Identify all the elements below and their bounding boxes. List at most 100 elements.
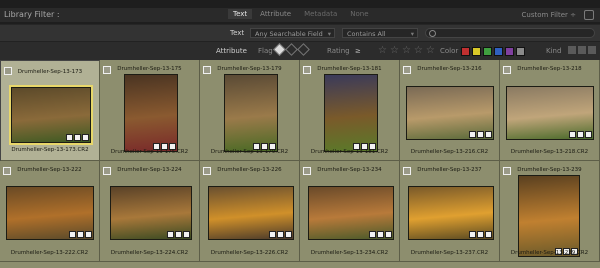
thumb-filename: Drumheller-Sep-13-222.CR2 — [10, 250, 89, 256]
photo-thumbnail[interactable] — [208, 186, 294, 240]
thumb-filename: Drumheller-Sep-13-181.CR2 — [310, 149, 389, 155]
photo-thumbnail[interactable] — [124, 74, 178, 152]
kind-master-icon[interactable] — [568, 46, 576, 54]
color-swatch-blue[interactable] — [494, 47, 503, 56]
tab-text[interactable]: Text — [228, 9, 253, 19]
thumbnail-badges — [368, 231, 392, 238]
kind-virtual-icon[interactable] — [578, 46, 586, 54]
crop-badge-icon[interactable] — [77, 231, 84, 238]
photo-thumbnail[interactable] — [324, 74, 378, 152]
library-filter-title: Library Filter : — [4, 10, 60, 19]
thumbnail-badges — [468, 231, 492, 238]
grid-cell[interactable]: Drumheller-Sep-13-237 Drumheller-Sep-13-2… — [400, 161, 500, 262]
custom-filter-select[interactable]: Custom Filter ÷ — [522, 11, 576, 19]
color-swatch-green[interactable] — [483, 47, 492, 56]
metadata-badge-icon[interactable] — [569, 131, 576, 138]
photo-thumbnail[interactable] — [408, 186, 494, 240]
rating-operator[interactable]: ≥ — [355, 47, 361, 55]
tab-attribute[interactable]: Attribute — [255, 9, 296, 19]
metadata-badge-icon[interactable] — [66, 134, 73, 141]
photo-thumbnail[interactable] — [506, 86, 594, 140]
flag-rejected-icon[interactable] — [297, 43, 310, 56]
thumbnail-badges — [268, 231, 292, 238]
lock-icon[interactable] — [584, 10, 594, 20]
flag-unflagged-icon[interactable] — [285, 43, 298, 56]
grid-cell[interactable]: Drumheller-Sep-13-226 Drumheller-Sep-13-2… — [200, 161, 300, 262]
grid-cell[interactable]: Drumheller-Sep-13-216 Drumheller-Sep-13-2… — [400, 60, 500, 161]
crop-badge-icon[interactable] — [74, 134, 81, 141]
photo-thumbnail[interactable] — [518, 175, 580, 257]
grid-cell[interactable]: Drumheller-Sep-13-222 Drumheller-Sep-13-2… — [0, 161, 100, 262]
photo-thumbnail[interactable] — [406, 86, 494, 140]
grid-cell[interactable]: Drumheller-Sep-13-179 Drumheller-Sep-13-1… — [200, 60, 300, 161]
contains-rule-value: Contains All — [347, 30, 386, 38]
kind-video-icon[interactable] — [588, 46, 596, 54]
thumb-title: Drumheller-Sep-13-181 — [317, 66, 382, 72]
photo-thumbnail[interactable] — [6, 186, 94, 240]
text-filter-row: Text Any Searchable Field ▾ Contains All… — [0, 24, 600, 41]
thumb-title: Drumheller-Sep-13-234 — [317, 167, 382, 173]
photo-thumbnail[interactable] — [224, 74, 278, 152]
thumbnail-badges — [568, 131, 592, 138]
thumb-filename: Drumheller-Sep-13-179.CR2 — [210, 149, 289, 155]
star-icon[interactable]: ☆ — [378, 45, 387, 56]
search-icon — [429, 30, 436, 37]
star-icon[interactable]: ☆ — [402, 45, 411, 56]
contains-rule-select[interactable]: Contains All ▾ — [342, 28, 418, 38]
flag-filters — [273, 43, 311, 56]
develop-badge-icon[interactable] — [385, 231, 392, 238]
metadata-badge-icon[interactable] — [69, 231, 76, 238]
search-input[interactable] — [425, 28, 595, 38]
color-swatch-none[interactable] — [516, 47, 525, 56]
kind-filters — [566, 46, 596, 54]
star-icon[interactable]: ☆ — [414, 45, 423, 56]
color-swatch-red[interactable] — [461, 47, 470, 56]
develop-badge-icon[interactable] — [183, 231, 190, 238]
develop-badge-icon[interactable] — [485, 131, 492, 138]
flag-pick-icon[interactable] — [273, 43, 286, 56]
thumb-title: Drumheller-Sep-13-222 — [17, 167, 82, 173]
crop-badge-icon[interactable] — [577, 131, 584, 138]
searchable-field-select[interactable]: Any Searchable Field ▾ — [250, 28, 335, 38]
grid-cell[interactable]: Drumheller-Sep-13-175 Drumheller-Sep-13-1… — [100, 60, 200, 161]
crop-badge-icon[interactable] — [277, 231, 284, 238]
thumb-title: Drumheller-Sep-13-224 — [117, 167, 182, 173]
photo-thumbnail[interactable] — [9, 85, 93, 145]
thumb-title: Drumheller-Sep-13-175 — [117, 66, 182, 72]
searchable-field-value: Any Searchable Field — [255, 30, 323, 38]
thumb-filename: Drumheller-Sep-13-218.CR2 — [510, 149, 589, 155]
develop-badge-icon[interactable] — [285, 231, 292, 238]
metadata-badge-icon[interactable] — [269, 231, 276, 238]
star-icon[interactable]: ☆ — [426, 45, 435, 56]
crop-badge-icon[interactable] — [477, 231, 484, 238]
thumb-title: Drumheller-Sep-13-239 — [517, 167, 582, 173]
photo-thumbnail[interactable] — [110, 186, 192, 240]
metadata-badge-icon[interactable] — [469, 231, 476, 238]
tab-none[interactable]: None — [345, 9, 373, 19]
tab-metadata[interactable]: Metadata — [299, 9, 342, 19]
crop-badge-icon[interactable] — [175, 231, 182, 238]
grid-cell[interactable]: Drumheller-Sep-13-173 Drumheller-Sep-13-1… — [0, 60, 100, 161]
grid-cell[interactable]: Drumheller-Sep-13-234 Drumheller-Sep-13-2… — [300, 161, 400, 262]
rating-stars: ☆ ☆ ☆ ☆ ☆ — [378, 45, 438, 56]
kind-label: Kind — [546, 47, 562, 55]
metadata-badge-icon[interactable] — [369, 231, 376, 238]
grid-cell[interactable]: Drumheller-Sep-13-181 Drumheller-Sep-13-1… — [300, 60, 400, 161]
thumb-title: Drumheller-Sep-13-173 — [17, 69, 83, 75]
develop-badge-icon[interactable] — [585, 131, 592, 138]
star-icon[interactable]: ☆ — [390, 45, 399, 56]
develop-badge-icon[interactable] — [82, 134, 89, 141]
grid-cell[interactable]: Drumheller-Sep-13-224 Drumheller-Sep-13-2… — [100, 161, 200, 262]
color-swatch-yellow[interactable] — [472, 47, 481, 56]
thumb-filename: Drumheller-Sep-13-173.CR2 — [11, 147, 89, 153]
metadata-badge-icon[interactable] — [469, 131, 476, 138]
develop-badge-icon[interactable] — [85, 231, 92, 238]
crop-badge-icon[interactable] — [477, 131, 484, 138]
photo-thumbnail[interactable] — [308, 186, 394, 240]
color-swatch-purple[interactable] — [505, 47, 514, 56]
grid-cell[interactable]: Drumheller-Sep-13-218 Drumheller-Sep-13-2… — [500, 60, 600, 161]
crop-badge-icon[interactable] — [377, 231, 384, 238]
metadata-badge-icon[interactable] — [167, 231, 174, 238]
develop-badge-icon[interactable] — [485, 231, 492, 238]
grid-cell[interactable]: Drumheller-Sep-13-239 Drumheller-Sep-13-2… — [500, 161, 600, 262]
